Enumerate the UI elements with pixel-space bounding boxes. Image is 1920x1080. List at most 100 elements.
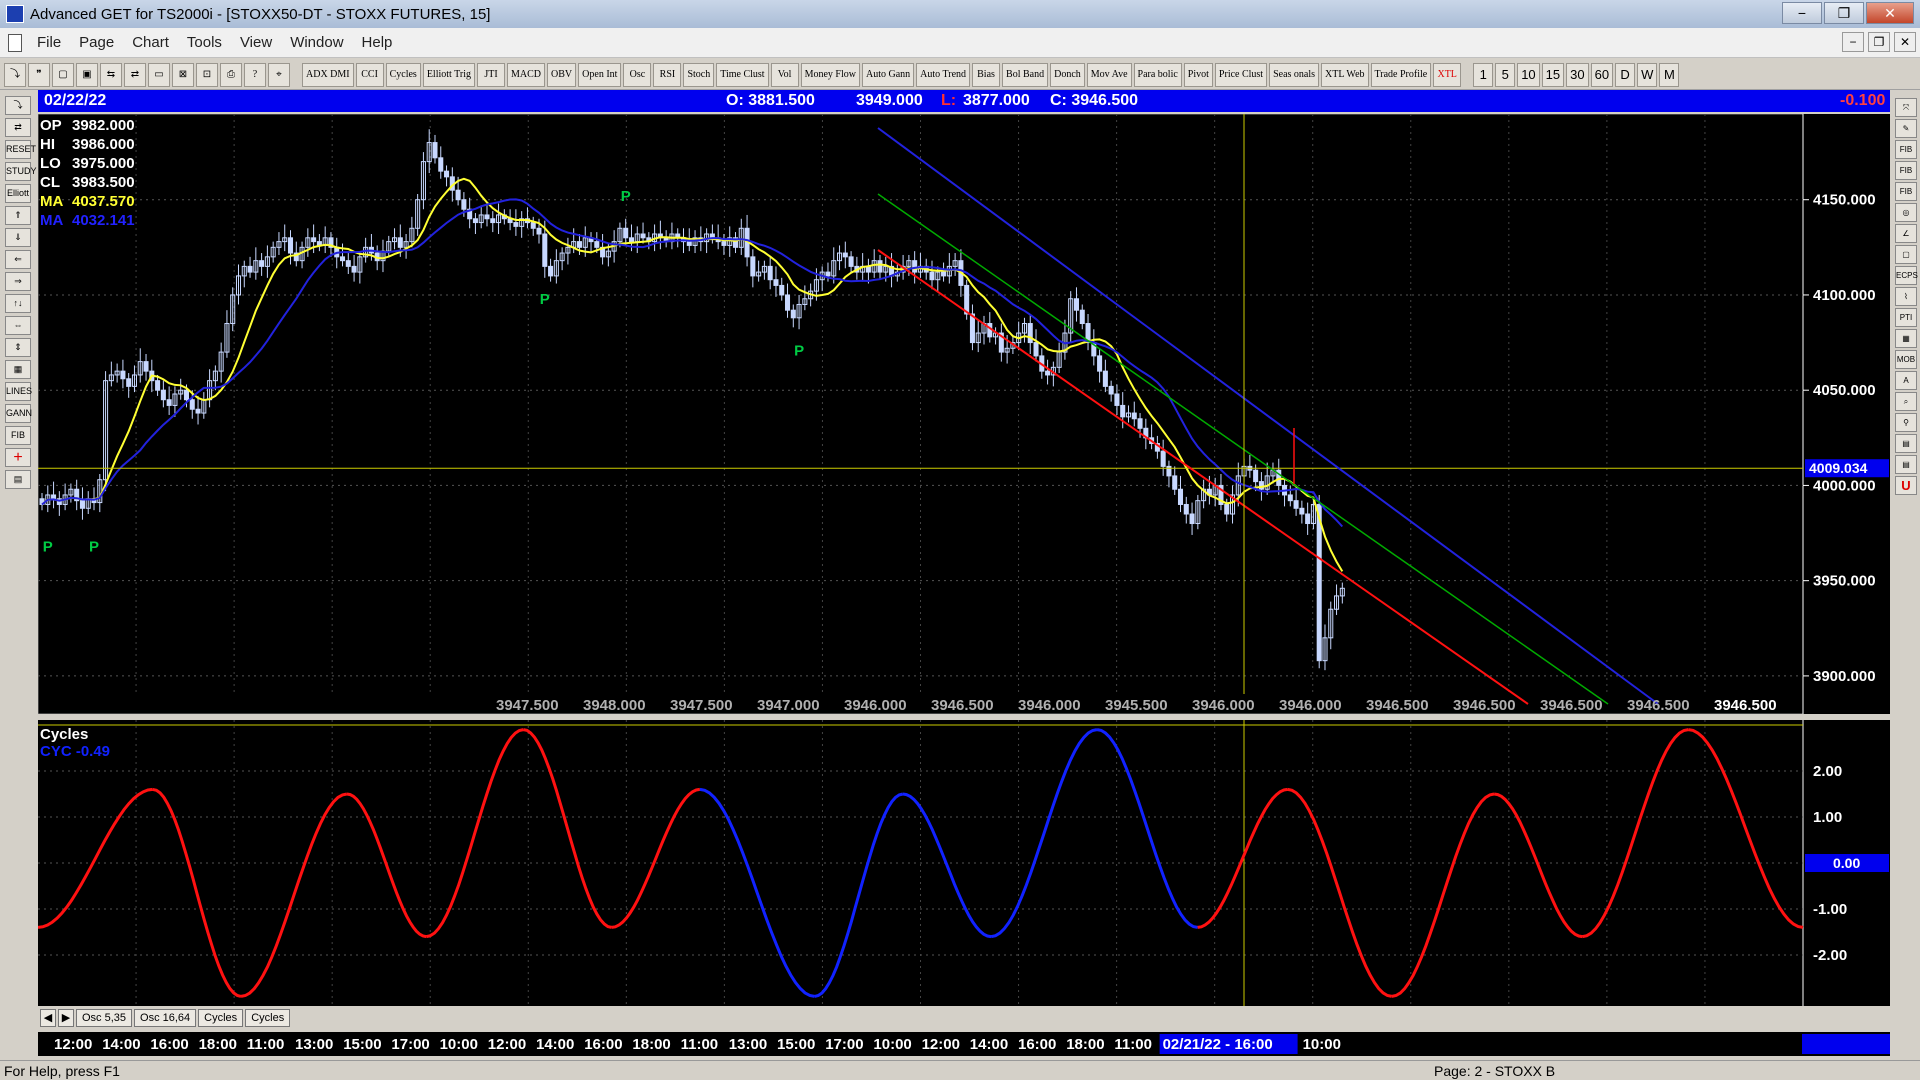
interval-button-60[interactable]: 60 bbox=[1590, 62, 1614, 87]
left-tool-11[interactable]: ⇕ bbox=[5, 338, 31, 357]
indicator-button-obv[interactable]: OBV bbox=[547, 62, 577, 87]
left-tool-13[interactable]: LINES bbox=[5, 382, 32, 401]
indicator-button-trade-profile[interactable]: Trade Profile bbox=[1370, 62, 1432, 87]
minimize-button[interactable]: − bbox=[1782, 2, 1822, 24]
menu-view[interactable]: View bbox=[231, 34, 281, 51]
indicator-button-cycles[interactable]: Cycles bbox=[385, 62, 421, 87]
indicator-button-bol-band[interactable]: Bol Band bbox=[1002, 62, 1049, 87]
left-tool-2[interactable]: RESET bbox=[5, 140, 36, 159]
left-tool-8[interactable]: ⇒ bbox=[5, 272, 31, 291]
close-button[interactable]: ✕ bbox=[1866, 2, 1914, 24]
right-tool-14[interactable]: ⌕ bbox=[1895, 392, 1917, 411]
indicator-button-osc[interactable]: Osc bbox=[623, 62, 652, 87]
right-tool-3[interactable]: FIB EXT bbox=[1895, 161, 1917, 192]
menu-help[interactable]: Help bbox=[353, 34, 402, 51]
interval-button-d[interactable]: D bbox=[1615, 62, 1636, 87]
indicator-button-xtl[interactable]: XTL bbox=[1433, 62, 1462, 87]
menu-chart[interactable]: Chart bbox=[123, 34, 178, 51]
menu-window[interactable]: Window bbox=[281, 34, 352, 51]
right-tool-17[interactable]: ▤ bbox=[1895, 455, 1917, 474]
left-tool-12[interactable]: ▦ bbox=[5, 360, 31, 379]
mdi-close-button[interactable]: ✕ bbox=[1894, 32, 1916, 52]
cycles-chart[interactable]: 2.00 1.00 0.00 -1.00 -2.00 CyclesCYC -0.49 bbox=[38, 720, 1890, 1006]
left-tool-0[interactable]: ⤵ bbox=[5, 96, 31, 115]
left-tool-7[interactable]: ⇐ bbox=[5, 250, 31, 269]
left-tool-17[interactable]: ▤ bbox=[5, 470, 31, 489]
indicator-button-rsi[interactable]: RSI bbox=[653, 62, 682, 87]
mdi-restore-button[interactable]: ❐ bbox=[1868, 32, 1890, 52]
toolbar-icon-5[interactable]: ⇄ bbox=[124, 62, 146, 87]
right-tool-7[interactable]: ▢ bbox=[1895, 245, 1917, 264]
right-tool-1[interactable]: ✎ bbox=[1895, 119, 1917, 138]
indicator-button-mov-ave[interactable]: Mov Ave bbox=[1086, 62, 1132, 87]
right-tool-18[interactable]: U bbox=[1895, 476, 1917, 495]
right-tool-13[interactable]: A bbox=[1895, 371, 1917, 390]
left-tool-16[interactable]: + bbox=[5, 448, 31, 467]
indicator-button-open-int[interactable]: Open Int bbox=[578, 62, 622, 87]
right-tool-6[interactable]: ∠ bbox=[1895, 224, 1917, 243]
indicator-button-vol[interactable]: Vol bbox=[770, 62, 799, 87]
indicator-button-bias[interactable]: Bias bbox=[972, 62, 1001, 87]
toolbar-icon-11[interactable]: ⌖ bbox=[268, 62, 290, 87]
left-tool-14[interactable]: GANN bbox=[5, 404, 32, 423]
interval-button-30[interactable]: 30 bbox=[1566, 62, 1589, 87]
tab-osc-5-35[interactable]: Osc 5,35 bbox=[76, 1009, 133, 1027]
indicator-button-adx-dmi[interactable]: ADX DMI bbox=[302, 62, 354, 87]
interval-button-15[interactable]: 15 bbox=[1541, 62, 1565, 87]
left-tool-15[interactable]: FIB bbox=[5, 426, 31, 445]
tab-cycles[interactable]: Cycles bbox=[198, 1009, 244, 1027]
tab-scroll-right[interactable]: ▶ bbox=[58, 1009, 74, 1027]
left-tool-9[interactable]: ↑↓ bbox=[5, 294, 31, 313]
toolbar-icon-9[interactable]: ⎙ bbox=[220, 62, 242, 87]
toolbar-icon-7[interactable]: ⊠ bbox=[172, 62, 194, 87]
indicator-button-para-bolic[interactable]: Para bolic bbox=[1133, 62, 1182, 87]
menu-tools[interactable]: Tools bbox=[178, 34, 231, 51]
mdi-minimize-button[interactable]: − bbox=[1842, 32, 1864, 52]
indicator-button-money-flow[interactable]: Money Flow bbox=[800, 62, 860, 87]
indicator-button-xtl-web[interactable]: XTL Web bbox=[1321, 62, 1369, 87]
toolbar-icon-4[interactable]: ⇆ bbox=[100, 62, 122, 87]
interval-button-5[interactable]: 5 bbox=[1495, 62, 1516, 87]
right-tool-16[interactable]: ▤ bbox=[1895, 434, 1917, 453]
indicator-button-cci[interactable]: CCI bbox=[355, 62, 384, 87]
indicator-button-stoch[interactable]: Stoch bbox=[683, 62, 715, 87]
indicator-button-jti[interactable]: JTI bbox=[477, 62, 506, 87]
right-tool-10[interactable]: PTI bbox=[1895, 308, 1917, 327]
indicator-button-time-clust[interactable]: Time Clust bbox=[716, 62, 769, 87]
left-tool-1[interactable]: ⇄ bbox=[5, 118, 31, 137]
tab-cycles-2[interactable]: Cycles bbox=[245, 1009, 291, 1027]
toolbar-icon-6[interactable]: ▭ bbox=[148, 62, 170, 87]
right-tool-11[interactable]: ▦ bbox=[1895, 329, 1917, 348]
right-tool-0[interactable]: ⤧ bbox=[1895, 98, 1917, 117]
toolbar-icon-3[interactable]: ▣ bbox=[76, 62, 98, 87]
tab-osc-16-64[interactable]: Osc 16,64 bbox=[134, 1009, 197, 1027]
toolbar-icon-0[interactable]: ⤵ bbox=[4, 62, 26, 87]
right-tool-2[interactable]: FIB RET bbox=[1895, 140, 1917, 171]
interval-button-10[interactable]: 10 bbox=[1517, 62, 1540, 87]
toolbar-icon-1[interactable]: ❞ bbox=[28, 62, 50, 87]
interval-button-m[interactable]: M bbox=[1659, 62, 1680, 87]
price-chart[interactable]: 4150.000 4100.000 4050.000 4000.000 3950.000… bbox=[38, 114, 1890, 714]
indicator-button-donch[interactable]: Donch bbox=[1050, 62, 1085, 87]
maximize-button[interactable]: ❐ bbox=[1824, 2, 1864, 24]
interval-button-w[interactable]: W bbox=[1637, 62, 1658, 87]
indicator-button-macd[interactable]: MACD bbox=[507, 62, 546, 87]
tab-scroll-left[interactable]: ◀ bbox=[40, 1009, 56, 1027]
interval-button-1[interactable]: 1 bbox=[1473, 62, 1494, 87]
toolbar-icon-2[interactable]: ▢ bbox=[52, 62, 74, 87]
right-tool-9[interactable]: ⌇ bbox=[1895, 287, 1917, 306]
left-tool-5[interactable]: ⇑ bbox=[5, 206, 31, 225]
left-tool-4[interactable]: Elliott bbox=[5, 184, 31, 203]
indicator-button-auto-trend[interactable]: Auto Trend bbox=[916, 62, 971, 87]
toolbar-icon-8[interactable]: ⊡ bbox=[196, 62, 218, 87]
indicator-button-pivot[interactable]: Pivot bbox=[1183, 62, 1213, 87]
toolbar-icon-10[interactable]: ? bbox=[244, 62, 266, 87]
menu-page[interactable]: Page bbox=[70, 34, 123, 51]
indicator-button-elliott-trig[interactable]: Elliott Trig bbox=[422, 62, 476, 87]
indicator-button-price-clust[interactable]: Price Clust bbox=[1214, 62, 1268, 87]
menu-file[interactable]: File bbox=[28, 34, 70, 51]
indicator-button-seas-onals[interactable]: Seas onals bbox=[1269, 62, 1320, 87]
left-tool-3[interactable]: STUDY bbox=[5, 162, 37, 181]
right-tool-4[interactable]: FIB TIME bbox=[1895, 182, 1917, 213]
left-tool-10[interactable]: ⇔ bbox=[5, 316, 31, 335]
